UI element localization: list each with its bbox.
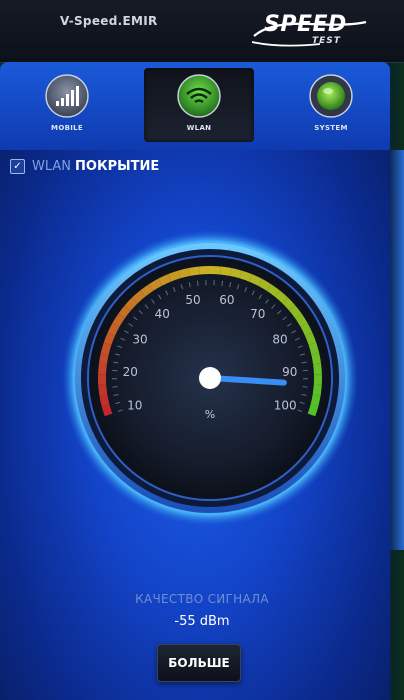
tab-bar: MOBILE WLAN SYSTEM — [0, 62, 390, 150]
system-orb-icon — [309, 74, 353, 118]
section-title-main: ПОКРЫТИЕ — [75, 158, 160, 174]
speedtest-logo: SPEED TEST — [250, 10, 370, 50]
gauge-tick-label: 10 — [127, 398, 142, 412]
gauge-arc-segment — [229, 268, 242, 279]
gauge-arc-segment — [239, 270, 252, 282]
gauge-arc-segment — [304, 332, 317, 346]
gauge-tick-label: 50 — [185, 293, 200, 307]
section-title-prefix: WLAN — [32, 158, 72, 174]
gauge-arc-segment — [124, 297, 138, 311]
signal-bars-icon — [45, 74, 89, 118]
app-title: V-Speed.EMIR — [60, 14, 158, 28]
gauge-arc-segment — [307, 404, 319, 417]
tab-mobile-label: MOBILE — [51, 124, 83, 132]
gauge-arc-segment — [308, 342, 320, 355]
gauge-arc-segment — [248, 274, 262, 286]
gauge-tick-label: 100 — [274, 398, 297, 412]
gauge-arc-segment — [312, 384, 322, 396]
gauge-minor-tick — [196, 280, 199, 286]
more-button[interactable]: БОЛЬШЕ — [157, 644, 241, 682]
wifi-icon — [177, 74, 221, 118]
tab-wlan-label: WLAN — [186, 124, 212, 132]
tab-wlan[interactable]: WLAN — [144, 68, 254, 142]
scroll-edge — [390, 150, 404, 550]
gauge-arc-segment — [313, 363, 322, 375]
gauge-arc-segment — [101, 404, 113, 417]
signal-gauge: 10 20 30 40 50 60 70 80 90 100 % — [62, 230, 358, 526]
gauge-arc-segment — [188, 266, 201, 276]
gauge-arc-segment — [266, 284, 280, 297]
tab-mobile[interactable]: MOBILE — [12, 68, 122, 142]
signal-quality-label: КАЧЕСТВО СИГНАЛА — [135, 592, 269, 606]
gauge-arc-segment — [311, 352, 322, 365]
gauge-tick-label: 20 — [123, 365, 138, 379]
gauge-arc-segment — [140, 284, 154, 297]
gauge-arc-segment — [178, 268, 191, 279]
gauge-arc-segment — [99, 394, 110, 407]
gauge-tick-label: 90 — [282, 365, 297, 379]
gauge-arc-segment — [98, 363, 107, 375]
gauge-arc-segment — [103, 332, 116, 346]
gauge-tick-label: 70 — [250, 307, 265, 321]
gauge-arc-segment — [107, 322, 120, 336]
logo-sub: TEST — [312, 36, 341, 46]
gauge-arc-segment — [98, 352, 109, 365]
logo-word: SPEED — [264, 12, 347, 37]
gauge-arc-segment — [112, 313, 125, 327]
gauge-tick-label: 40 — [155, 307, 170, 321]
gauge-arc-segment — [295, 313, 308, 327]
gauge-arc-segment — [282, 297, 296, 311]
section-checkbox[interactable]: ✓ — [10, 158, 25, 174]
tab-system-label: SYSTEM — [314, 124, 348, 132]
tab-system[interactable]: SYSTEM — [276, 68, 386, 142]
gauge-arc-segment — [168, 270, 181, 282]
gauge-arc-segment — [274, 290, 288, 304]
signal-quality-value: -55 dBm — [174, 614, 230, 629]
gauge-arc-segment — [100, 342, 112, 355]
gauge-tick-label: 30 — [132, 332, 147, 346]
top-bar: V-Speed.EMIR SPEED TEST — [0, 0, 404, 63]
gauge-arc-segment — [98, 384, 108, 396]
gauge-tick-label: 60 — [219, 293, 234, 307]
gauge-unit: % — [205, 408, 215, 421]
gauge-arc-segment — [289, 305, 302, 319]
gauge-arc-segment — [149, 278, 163, 291]
gauge-arc-segment — [158, 274, 172, 286]
gauge-arc-segment — [300, 322, 313, 336]
section-title: ✓ WLAN ПОКРЫТИЕ — [10, 156, 159, 176]
gauge-arc-segment — [257, 278, 271, 291]
gauge-tick-label: 80 — [272, 332, 287, 346]
check-icon: ✓ — [13, 160, 22, 172]
gauge-needle-hub — [199, 367, 221, 389]
gauge-arc-segment — [132, 290, 146, 304]
gauge-arc-segment — [118, 305, 131, 319]
gauge-arc-segment — [310, 394, 321, 407]
gauge-arc-segment — [219, 266, 232, 276]
gauge-minor-tick — [221, 280, 224, 286]
